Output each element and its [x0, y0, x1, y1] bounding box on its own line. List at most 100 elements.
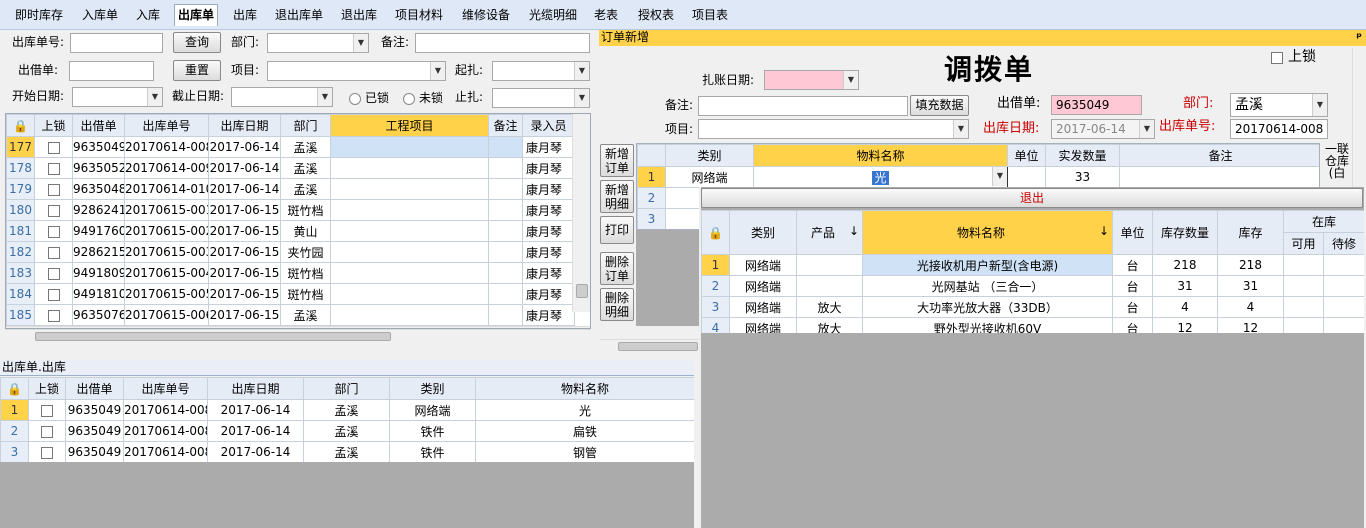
unlocked-radio[interactable] [403, 93, 415, 105]
end-tie-select[interactable]: ▼ [492, 88, 590, 108]
cell-note[interactable] [488, 241, 523, 263]
cell-project[interactable] [330, 241, 489, 263]
order-no-input[interactable]: 20170614-008 [1230, 119, 1328, 139]
table-row[interactable]: 177 9635049 20170614-008 2017-06-14 孟溪 康月琴 [6, 136, 575, 158]
order-note-input[interactable] [698, 96, 908, 116]
cell-note[interactable] [488, 157, 523, 179]
menu-item-2[interactable]: 入库 [133, 5, 163, 25]
cell-note[interactable] [488, 304, 523, 326]
menu-item-1[interactable]: 入库单 [79, 5, 121, 25]
popup-col-header[interactable]: 库存 [1217, 210, 1284, 255]
menu-item-11[interactable]: 授权表 [635, 5, 677, 25]
fill-data-button[interactable]: 填充数据 [910, 95, 969, 116]
lock-checkbox[interactable] [41, 425, 53, 438]
cell-name[interactable]: 光 ▼ [753, 166, 1008, 188]
lock-cell[interactable] [34, 220, 73, 242]
side-button-2[interactable]: 打印 [600, 216, 634, 244]
table-row[interactable]: 178 9635052 20170614-009 2017-06-14 孟溪 康月琴 [6, 157, 575, 179]
order-dept-select[interactable]: 孟溪 ▼ [1230, 93, 1328, 117]
lock-checkbox[interactable] [47, 225, 60, 238]
menu-item-4[interactable]: 出库 [230, 5, 260, 25]
material-row[interactable]: 2 网络端 光网基站 （三合一）台 31 31 [701, 275, 1364, 297]
table-row[interactable]: 180 9286241 20170615-001 2017-06-15 斑竹档 康月琴 [6, 199, 575, 221]
menu-item-8[interactable]: 维修设备 [459, 5, 513, 25]
repair-header[interactable]: 待修 [1322, 232, 1364, 255]
reset-button[interactable]: 重置 [173, 60, 221, 81]
cell-note[interactable] [488, 136, 523, 158]
tie-date-select[interactable]: ▼ [764, 70, 859, 90]
lock-checkbox[interactable] [47, 288, 60, 301]
menu-item-3[interactable]: 出库单 [174, 4, 219, 26]
lock-checkbox[interactable] [47, 267, 60, 280]
popup-col-header[interactable]: 物料名称 ↓ [862, 210, 1113, 255]
cell-project[interactable] [330, 262, 489, 284]
hscroll-thumb[interactable] [35, 332, 391, 341]
order-col-header[interactable]: 类别 [665, 144, 754, 167]
cell-note[interactable] [488, 283, 523, 305]
cell-project[interactable] [330, 157, 489, 179]
locked-radio[interactable] [349, 93, 361, 105]
order-date-select[interactable]: 2017-06-14 ▼ [1051, 119, 1155, 139]
pin-icon[interactable]: ᵖ [1356, 30, 1362, 44]
material-row[interactable]: 1 网络端 光接收机用户新型(含电源) 台 218 218 [701, 254, 1364, 276]
order-col-header[interactable]: 物料名称 [753, 144, 1008, 167]
detail-col-header[interactable]: 部门 [303, 377, 390, 400]
menu-item-12[interactable]: 项目表 [689, 5, 731, 25]
order-borrow-input[interactable]: 9635049 [1051, 95, 1142, 115]
popup-col-header[interactable]: 类别 [729, 210, 797, 255]
detail-col-header[interactable]: 出借单 [65, 377, 124, 400]
detail-col-header[interactable]: 出库单号 [123, 377, 208, 400]
main-col-header[interactable]: 部门 [280, 114, 331, 137]
detail-row[interactable]: 3 9635049 20170614-008 2017-06-14 孟溪 铁件 钢管 [0, 441, 694, 462]
material-row[interactable]: 3 网络端 放大 大功率光放大器（33DB）台 4 4 [701, 296, 1364, 318]
exit-button[interactable]: 退出 [701, 188, 1363, 208]
order-project-select[interactable]: ▼ [698, 119, 969, 139]
dept-select[interactable]: ▼ [267, 33, 369, 53]
lock-checkbox[interactable] [47, 141, 60, 154]
table-row[interactable]: 185 9635076 20170615-006 2017-06-15 孟溪 康月琴 [6, 304, 575, 326]
menu-item-5[interactable]: 退出库单 [272, 5, 326, 25]
query-button[interactable]: 查询 [173, 32, 221, 53]
order-col-header[interactable]: 实发数量 [1045, 144, 1120, 167]
cell-note[interactable] [488, 199, 523, 221]
table-row[interactable]: 182 9286215 20170615-003 2017-06-15 夹竹园 康月琴 [6, 241, 575, 263]
lock-cell[interactable] [34, 136, 73, 158]
main-grid-hscroll[interactable] [5, 329, 591, 343]
lock-cell[interactable] [28, 441, 66, 462]
lock-cell[interactable] [28, 399, 66, 421]
menu-item-6[interactable]: 退出库 [338, 5, 380, 25]
lock-cell[interactable] [34, 241, 73, 263]
avail-header[interactable]: 可用 [1283, 232, 1324, 255]
detail-col-header[interactable]: 类别 [389, 377, 476, 400]
borrow-input[interactable] [69, 61, 154, 81]
lock-checkbox[interactable] [47, 183, 60, 196]
note-input[interactable] [415, 33, 590, 53]
main-col-header[interactable]: 备注 [488, 114, 523, 137]
cell-project[interactable] [330, 178, 489, 200]
lock-cell[interactable] [34, 199, 73, 221]
main-col-header[interactable]: 出借单 [72, 114, 125, 137]
popup-col-header[interactable]: 产品 ↓ [796, 210, 863, 255]
main-grid-vscroll[interactable] [572, 114, 590, 312]
side-button-4[interactable]: 删除 明细 [600, 288, 634, 321]
order-col-header[interactable]: 单位 [1007, 144, 1046, 167]
lock-checkbox[interactable] [47, 162, 60, 175]
chevron-down-icon[interactable]: ▼ [992, 167, 1007, 186]
side-button-1[interactable]: 新增 明细 [600, 180, 634, 213]
scroll-thumb[interactable] [576, 284, 588, 298]
start-date-select[interactable]: ▼ [72, 87, 163, 107]
menu-item-0[interactable]: 即时库存 [12, 5, 66, 25]
detail-row[interactable]: 1 9635049 20170614-008 2017-06-14 孟溪 网络端光 [0, 399, 694, 421]
cell-project[interactable] [330, 220, 489, 242]
order-row[interactable]: 1 网络端光 ▼ 33 [637, 166, 1319, 188]
cell-project[interactable] [330, 136, 489, 158]
project-select[interactable]: ▼ [267, 61, 446, 81]
table-row[interactable]: 184 9491810 20170615-005 2017-06-15 斑竹档 康月琴 [6, 283, 575, 305]
cell-project[interactable] [330, 283, 489, 305]
popup-col-header[interactable]: 单位 [1112, 210, 1153, 255]
detail-col-header[interactable]: 出库日期 [207, 377, 304, 400]
lock-cell[interactable] [28, 420, 66, 442]
lock-checkbox[interactable] [47, 246, 60, 259]
main-col-header[interactable]: 上锁 [34, 114, 73, 137]
main-col-header[interactable]: 工程项目 [330, 114, 489, 137]
